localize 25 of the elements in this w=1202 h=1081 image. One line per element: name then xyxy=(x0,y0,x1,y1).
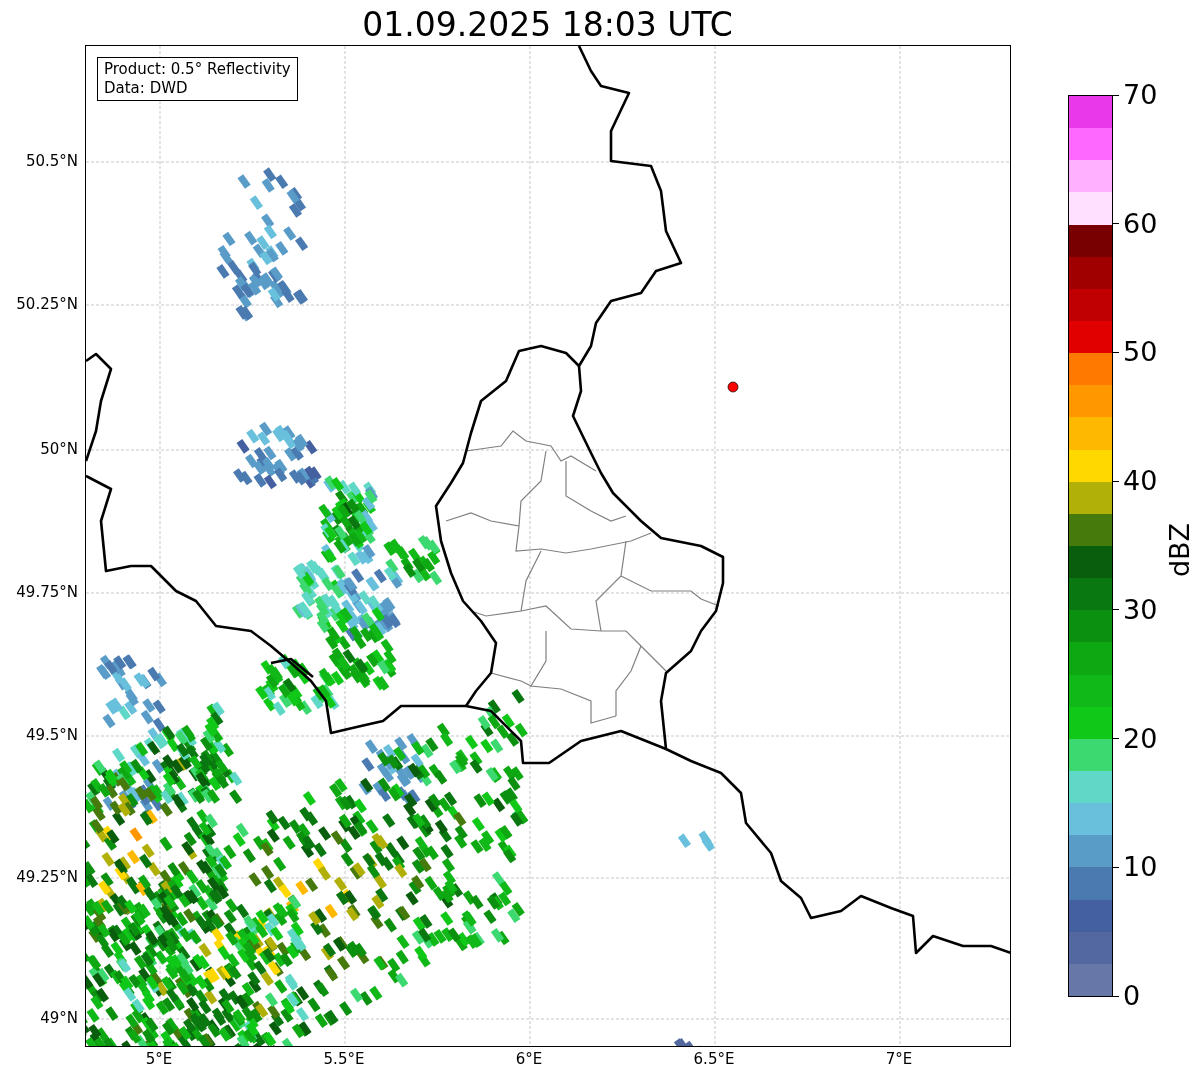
latitude-label: 49.75°N xyxy=(16,583,78,601)
colorbar-tick-label: 50 xyxy=(1123,336,1158,369)
colorbar-tick-label: 0 xyxy=(1123,980,1141,1012)
colorbar-tick-label: 60 xyxy=(1123,207,1158,240)
info-text: Product: 0.5° Reflectivity xyxy=(104,60,291,79)
colorbar-tick-label: 20 xyxy=(1123,722,1158,755)
colorbar-tick-label: 30 xyxy=(1123,593,1158,626)
latitude-label: 50.25°N xyxy=(16,295,78,313)
longitude-label: 5°E xyxy=(144,1050,174,1068)
longitude-label: 6°E xyxy=(514,1050,544,1068)
longitude-label: 7°E xyxy=(884,1050,914,1068)
chart-title: 01.09.2025 18:03 UTC xyxy=(361,4,734,46)
colorbar-tick-label: 10 xyxy=(1123,851,1158,884)
colorbar-tick-label: 40 xyxy=(1123,465,1158,498)
info-text: Data: DWD xyxy=(104,79,189,98)
latitude-label: 50°N xyxy=(40,440,78,458)
colorbar-tick-label: 70 xyxy=(1123,79,1158,111)
latitude-label: 50.5°N xyxy=(25,152,78,170)
latitude-label: 49.5°N xyxy=(25,726,78,744)
longitude-label: 5.5°E xyxy=(322,1050,366,1068)
longitude-label: 6.5°E xyxy=(692,1050,736,1068)
latitude-label: 49.25°N xyxy=(16,868,78,886)
colorbar-label: dBZ xyxy=(1164,522,1196,578)
location-marker xyxy=(727,381,739,393)
latitude-label: 49°N xyxy=(40,1009,78,1027)
